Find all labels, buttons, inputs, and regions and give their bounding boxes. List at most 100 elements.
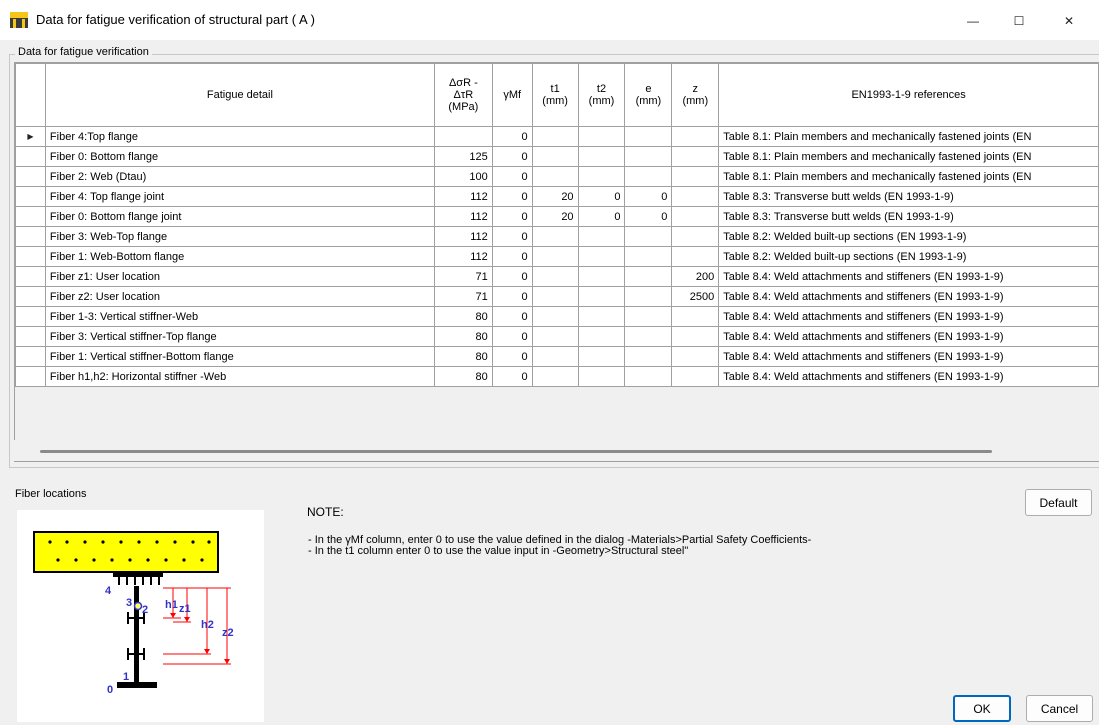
gamma-cell[interactable]: 0	[491, 286, 533, 307]
delta-cell[interactable]: 80	[433, 346, 493, 367]
row-header[interactable]	[15, 166, 46, 187]
delta-cell[interactable]: 112	[433, 186, 493, 207]
delta-cell[interactable]: 80	[433, 326, 493, 347]
reference-cell[interactable]: Table 8.1: Plain members and mechanicall…	[718, 146, 1099, 167]
t1-cell[interactable]: 20	[531, 186, 579, 207]
reference-cell[interactable]: Table 8.1: Plain members and mechanicall…	[718, 166, 1099, 187]
table-row[interactable]: Fiber 1-3: Vertical stiffner-Web 80 0 Table…	[15, 306, 1099, 327]
fatigue-detail-cell[interactable]: Fiber 0: Bottom flange joint	[44, 206, 435, 227]
fatigue-detail-cell[interactable]: Fiber 4:Top flange	[44, 126, 435, 147]
maximize-button[interactable]: ☐	[996, 6, 1042, 36]
table-row[interactable]: Fiber z2: User location 71 0 2500 Table 8.4:…	[15, 286, 1099, 307]
reference-cell[interactable]: Table 8.4: Weld attachments and stiffene…	[718, 266, 1099, 287]
delta-cell[interactable]: 100	[433, 166, 493, 187]
fatigue-detail-cell[interactable]: Fiber 0: Bottom flange	[44, 146, 435, 167]
column-header-t2[interactable]: t2 (mm)	[577, 63, 626, 127]
table-row[interactable]: Fiber h1,h2: Horizontal stiffner -Web 80 0…	[15, 366, 1099, 387]
delta-cell[interactable]: 71	[433, 286, 493, 307]
row-header[interactable]	[15, 226, 46, 247]
e-cell[interactable]: 0	[624, 186, 673, 207]
gamma-cell[interactable]: 0	[491, 326, 533, 347]
row-header[interactable]	[15, 266, 46, 287]
reference-cell[interactable]: Table 8.4: Weld attachments and stiffene…	[718, 286, 1099, 307]
t2-cell[interactable]: 0	[577, 206, 626, 227]
fatigue-detail-cell[interactable]: Fiber h1,h2: Horizontal stiffner -Web	[44, 366, 435, 387]
column-header-references[interactable]: EN1993-1-9 references	[718, 63, 1099, 127]
scrollbar-thumb[interactable]	[40, 450, 992, 453]
table-row[interactable]: Fiber 1: Vertical stiffner-Bottom flange…	[15, 346, 1099, 367]
column-header-gamma[interactable]: γMf	[491, 63, 533, 127]
fatigue-detail-cell[interactable]: Fiber 1: Web-Bottom flange	[44, 246, 435, 267]
horizontal-scrollbar[interactable]	[14, 440, 1099, 461]
minimize-button[interactable]: —	[950, 6, 996, 36]
table-row[interactable]: Fiber z1: User location 71 0 200 Table 8.4: …	[15, 266, 1099, 287]
table-row[interactable]: Fiber 3: Web-Top flange 112 0 Table 8.2: We…	[15, 226, 1099, 247]
fatigue-detail-cell[interactable]: Fiber 1-3: Vertical stiffner-Web	[44, 306, 435, 327]
reference-cell[interactable]: Table 8.4: Weld attachments and stiffene…	[718, 326, 1099, 347]
fatigue-detail-cell[interactable]: Fiber z2: User location	[44, 286, 435, 307]
row-header[interactable]	[15, 366, 46, 387]
table-row[interactable]: Fiber 2: Web (Dtau) 100 0 Table 8.1: Plain …	[15, 166, 1099, 187]
row-header[interactable]	[15, 146, 46, 167]
gamma-cell[interactable]: 0	[491, 226, 533, 247]
fatigue-detail-cell[interactable]: Fiber 3: Vertical stiffner-Top flange	[44, 326, 435, 347]
default-button[interactable]: Default	[1025, 489, 1092, 516]
reference-cell[interactable]: Table 8.3: Transverse butt welds (EN 199…	[718, 206, 1099, 227]
fatigue-detail-cell[interactable]: Fiber 4: Top flange joint	[44, 186, 435, 207]
column-header-e[interactable]: e (mm)	[624, 63, 673, 127]
z-cell[interactable]: 2500	[671, 286, 720, 307]
table-row[interactable]: ▶ Fiber 4:Top flange 125 0 Table 8.1: Plain …	[15, 126, 1099, 147]
delta-cell[interactable]: 112	[433, 246, 493, 267]
reference-cell[interactable]: Table 8.4: Weld attachments and stiffene…	[718, 346, 1099, 367]
row-header[interactable]	[15, 246, 46, 267]
reference-cell[interactable]: Table 8.4: Weld attachments and stiffene…	[718, 366, 1099, 387]
delta-cell[interactable]: 80	[433, 306, 493, 327]
table-row[interactable]: Fiber 3: Vertical stiffner-Top flange 80 0…	[15, 326, 1099, 347]
fatigue-detail-cell[interactable]: Fiber 1: Vertical stiffner-Bottom flange	[44, 346, 435, 367]
row-header[interactable]	[15, 346, 46, 367]
gamma-cell[interactable]: 0	[491, 366, 533, 387]
reference-cell[interactable]: Table 8.2: Welded built-up sections (EN …	[718, 226, 1099, 247]
column-header-t1[interactable]: t1 (mm)	[531, 63, 579, 127]
gamma-cell[interactable]: 0	[491, 346, 533, 367]
gamma-cell[interactable]: 0	[491, 166, 533, 187]
column-header-z[interactable]: z (mm)	[671, 63, 720, 127]
gamma-cell[interactable]: 0	[491, 126, 533, 147]
t2-cell[interactable]: 0	[577, 186, 626, 207]
delta-cell[interactable]: 112	[433, 226, 493, 247]
gamma-cell[interactable]: 0	[491, 206, 533, 227]
row-header[interactable]	[15, 306, 46, 327]
t1-cell[interactable]: 20	[531, 206, 579, 227]
table-row[interactable]: Fiber 4: Top flange joint 112 0 20 0 0 Table 8…	[15, 186, 1099, 207]
gamma-cell[interactable]: 0	[491, 186, 533, 207]
delta-cell[interactable]: 71	[433, 266, 493, 287]
row-header[interactable]: ▶	[15, 126, 46, 147]
delta-cell[interactable]: 80	[433, 366, 493, 387]
column-header-fatigue-detail[interactable]: Fatigue detail	[44, 63, 435, 127]
reference-cell[interactable]: Table 8.4: Weld attachments and stiffene…	[718, 306, 1099, 327]
row-header[interactable]	[15, 326, 46, 347]
gamma-cell[interactable]: 0	[491, 146, 533, 167]
fatigue-detail-cell[interactable]: Fiber z1: User location	[44, 266, 435, 287]
delta-cell[interactable]: 125	[433, 126, 493, 147]
gamma-cell[interactable]: 0	[491, 266, 533, 287]
gamma-cell[interactable]: 0	[491, 306, 533, 327]
table-row[interactable]: Fiber 0: Bottom flange joint 112 0 20 0 0 Tabl…	[15, 206, 1099, 227]
ok-button[interactable]: OK	[953, 695, 1011, 722]
reference-cell[interactable]: Table 8.3: Transverse butt welds (EN 199…	[718, 186, 1099, 207]
cancel-button[interactable]: Cancel	[1026, 695, 1093, 722]
close-button[interactable]: ✕	[1046, 6, 1092, 36]
table-row[interactable]: Fiber 1: Web-Bottom flange 112 0 Table 8.2:…	[15, 246, 1099, 267]
gamma-cell[interactable]: 0	[491, 246, 533, 267]
fatigue-detail-cell[interactable]: Fiber 3: Web-Top flange	[44, 226, 435, 247]
fatigue-detail-cell[interactable]: Fiber 2: Web (Dtau)	[44, 166, 435, 187]
row-header[interactable]	[15, 206, 46, 227]
z-cell[interactable]: 200	[671, 266, 720, 287]
row-header[interactable]	[15, 286, 46, 307]
column-header-delta[interactable]: ΔσR - ΔτR (MPa)	[433, 63, 493, 127]
delta-cell[interactable]: 112	[433, 206, 493, 227]
row-header[interactable]	[15, 186, 46, 207]
delta-cell[interactable]: 125	[433, 146, 493, 167]
e-cell[interactable]: 0	[624, 206, 673, 227]
table-row[interactable]: Fiber 0: Bottom flange 125 0 Table 8.1: Pla…	[15, 146, 1099, 167]
